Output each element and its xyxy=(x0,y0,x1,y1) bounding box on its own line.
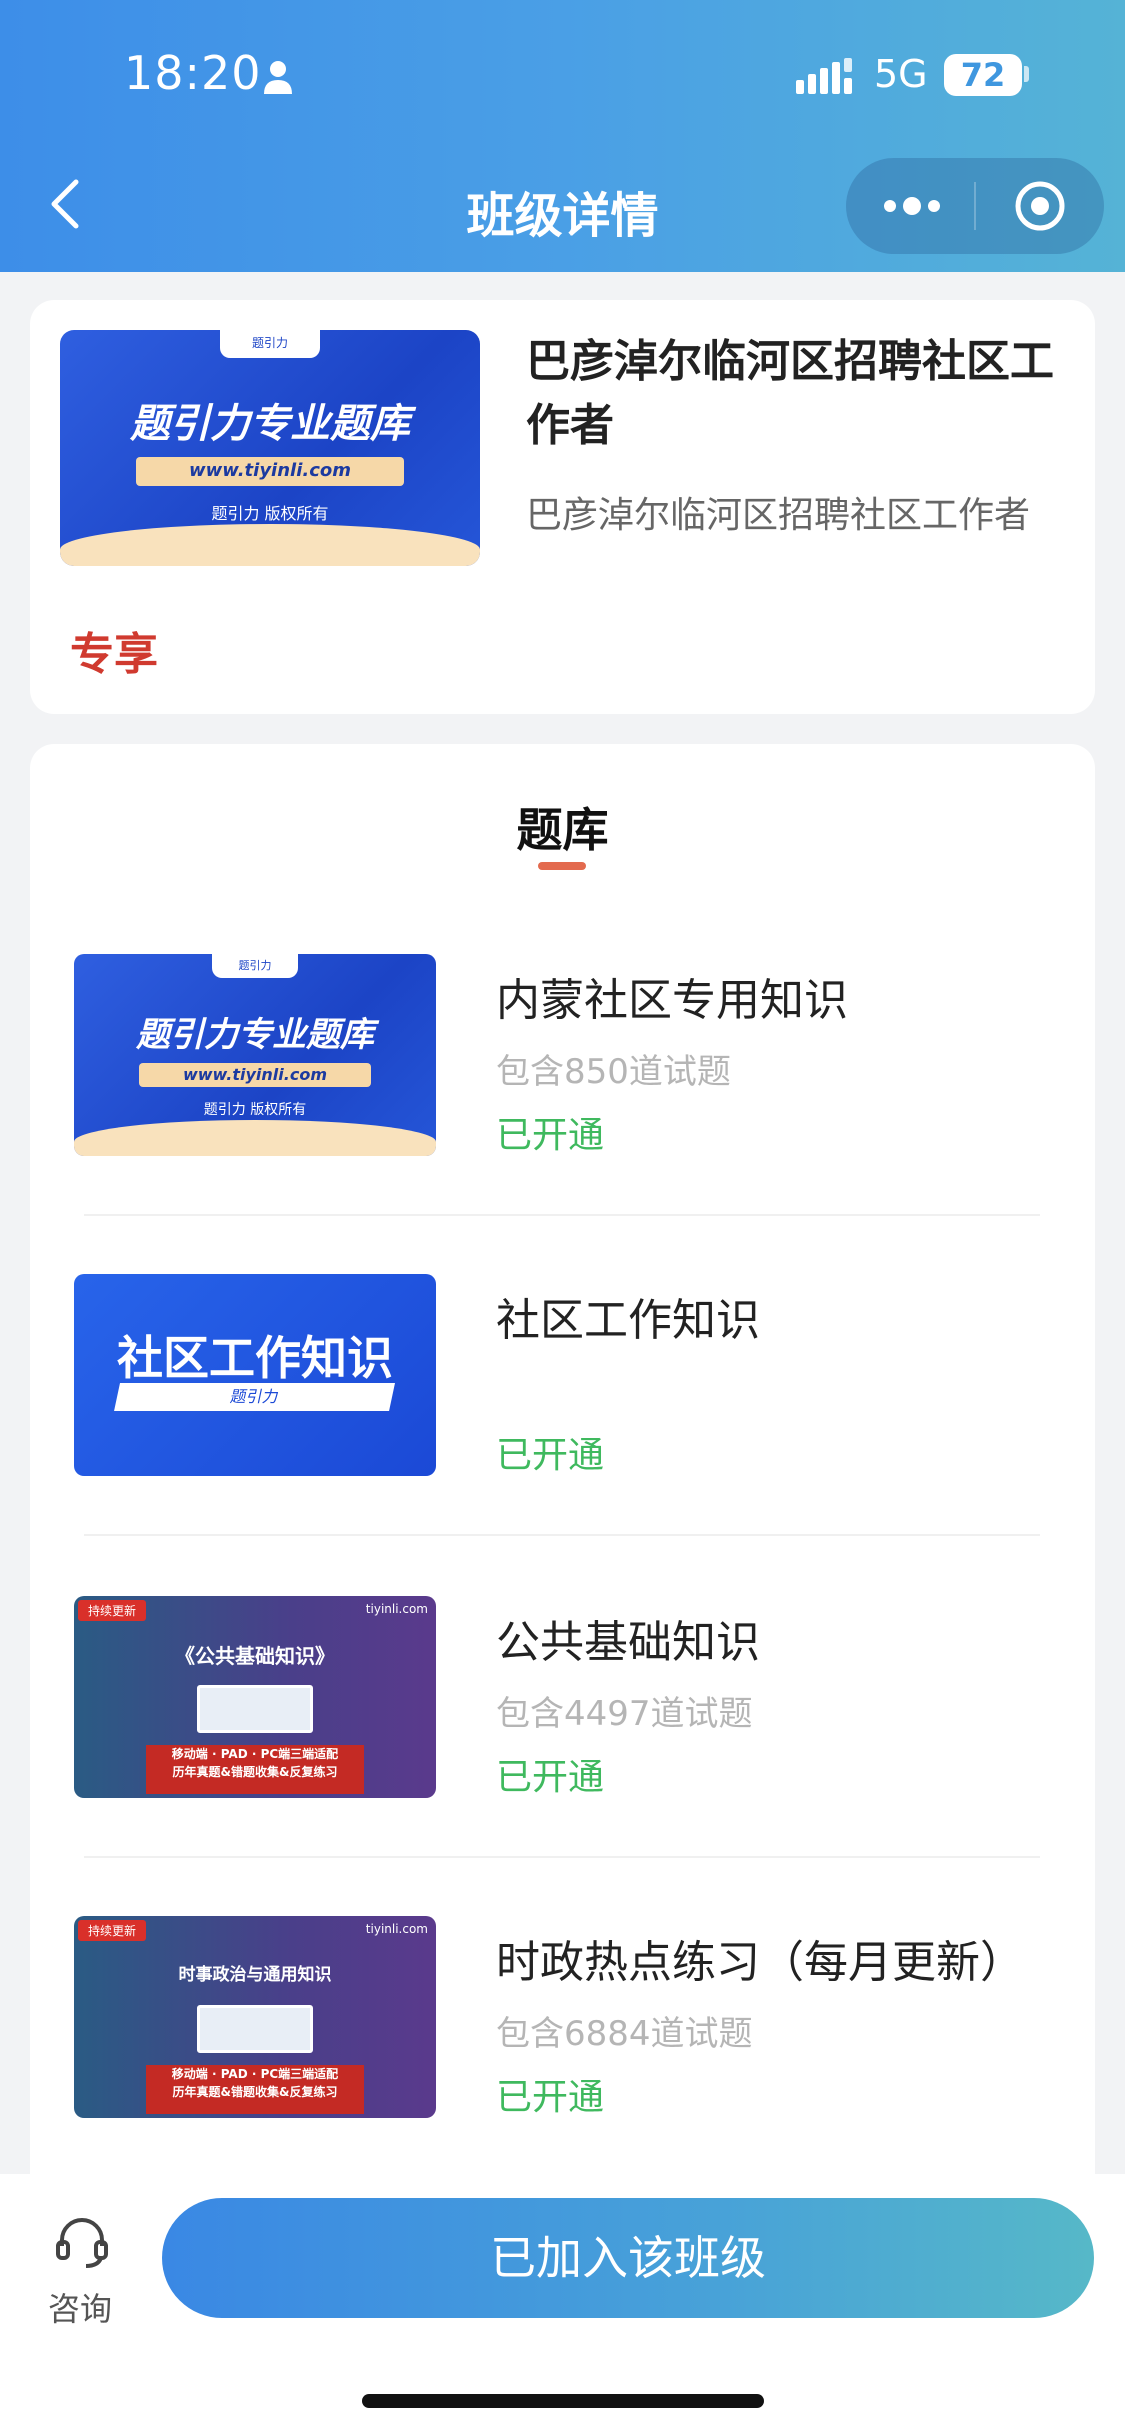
consult-label[interactable]: 咨询 xyxy=(48,2284,112,2330)
heading-underline xyxy=(538,862,586,870)
thumb-banner-line: 移动端 · PAD · PC端三端适配 xyxy=(171,1747,339,1762)
bank-item-name: 内蒙社区专用知识 xyxy=(496,975,848,1026)
close-target-icon[interactable] xyxy=(1014,180,1066,232)
more-icon[interactable] xyxy=(882,194,942,218)
thumb-wave xyxy=(74,1119,436,1156)
status-time: 18:20 xyxy=(124,46,262,100)
thumb-brand: tiyinli.com xyxy=(365,1602,428,1616)
device-screen-icon xyxy=(197,2004,313,2054)
divider xyxy=(84,1214,1040,1216)
bank-item-status: 已开通 xyxy=(496,1435,605,1476)
thumb-headline: 题引力专业题库 xyxy=(136,1014,374,1055)
bank-item-cover: 持续更新 tiyinli.com 时事政治与通用知识 移动端 · PAD · P… xyxy=(74,1916,436,2118)
thumb-banner: 移动端 · PAD · PC端三端适配 历年真题&错题收集&反复练习 xyxy=(146,2065,364,2114)
bank-item-count: 包含4497道试题 xyxy=(496,1694,753,1734)
header: 18:20 5G 72 班级详情 xyxy=(0,0,1125,272)
mini-program-capsule xyxy=(846,158,1104,254)
thumb-url: www.tiyinli.com xyxy=(139,1063,371,1088)
joined-class-button[interactable]: 已加入该班级 xyxy=(162,2198,1094,2318)
class-info-card: 题引力 题引力专业题库 www.tiyinli.com 题引力 版权所有 巴彦淖… xyxy=(30,300,1095,714)
thumb-tag: 持续更新 xyxy=(78,1920,147,1941)
capsule-divider xyxy=(974,182,976,230)
bank-item-status: 已开通 xyxy=(496,2077,605,2118)
bank-item[interactable]: 持续更新 tiyinli.com 时事政治与通用知识 移动端 · PAD · P… xyxy=(74,1916,1054,2176)
bank-item-cover: 题引力 题引力专业题库 www.tiyinli.com 题引力 版权所有 xyxy=(74,954,436,1156)
thumb-url: www.tiyinli.com xyxy=(135,457,405,486)
bank-item-name: 社区工作知识 xyxy=(496,1295,760,1346)
thumb-heading: 《公共基础知识》 xyxy=(175,1644,335,1669)
thumb-banner-line: 移动端 · PAD · PC端三端适配 xyxy=(171,2067,339,2082)
bank-item-status: 已开通 xyxy=(496,1115,605,1156)
bank-item[interactable]: 持续更新 tiyinli.com 《公共基础知识》 移动端 · PAD · PC… xyxy=(74,1596,1054,1856)
bank-item-name: 时政热点练习（每月更新） xyxy=(496,1937,1024,1988)
thumb-tab-label: 题引力 xyxy=(219,330,321,359)
thumb-tab-label: 题引力 xyxy=(211,954,299,979)
class-cover-image: 题引力 题引力专业题库 www.tiyinli.com 题引力 版权所有 xyxy=(60,330,480,566)
person-icon xyxy=(264,61,292,94)
thumb-copyright: 题引力 版权所有 xyxy=(211,503,329,523)
thumb-banner: 移动端 · PAD · PC端三端适配 历年真题&错题收集&反复练习 xyxy=(146,1745,364,1794)
class-subtitle: 巴彦淖尔临河区招聘社区工作者 xyxy=(526,495,1031,536)
network-type: 5G xyxy=(874,52,928,96)
exclusive-badge: 专享 xyxy=(70,629,158,680)
battery-indicator: 72 xyxy=(944,54,1022,96)
battery-cap xyxy=(1024,66,1029,82)
signal-icon xyxy=(796,58,852,94)
thumb-headline: 题引力专业题库 xyxy=(130,401,410,448)
thumb-heading: 时事政治与通用知识 xyxy=(178,1965,332,1986)
thumb-tag: 持续更新 xyxy=(78,1600,147,1621)
thumb-headline: 社区工作知识 xyxy=(117,1331,393,1386)
bank-item-status: 已开通 xyxy=(496,1757,605,1798)
bank-item-cover: 社区工作知识 题引力 xyxy=(74,1274,436,1476)
bank-item[interactable]: 社区工作知识 题引力 社区工作知识 已开通 xyxy=(74,1274,1054,1534)
bank-item-name: 公共基础知识 xyxy=(496,1617,760,1668)
bank-item[interactable]: 题引力 题引力专业题库 www.tiyinli.com 题引力 版权所有 内蒙社… xyxy=(74,954,1054,1214)
device-screen-icon xyxy=(197,1684,313,1734)
bank-item-cover: 持续更新 tiyinli.com 《公共基础知识》 移动端 · PAD · PC… xyxy=(74,1596,436,1798)
question-bank-heading: 题库 xyxy=(516,803,609,857)
thumb-banner-line: 历年真题&错题收集&反复练习 xyxy=(172,2085,338,2100)
class-title: 巴彦淖尔临河区招聘社区工作者 xyxy=(526,336,1054,451)
thumb-banner-line: 历年真题&错题收集&反复练习 xyxy=(172,1765,338,1780)
thumb-copyright: 题引力 版权所有 xyxy=(203,1102,307,1119)
bottom-action-bar: 咨询 已加入该班级 xyxy=(0,2174,1125,2436)
home-indicator[interactable] xyxy=(362,2394,764,2408)
headset-icon[interactable] xyxy=(54,2214,110,2270)
divider xyxy=(84,1856,1040,1858)
thumb-bar: 题引力 xyxy=(114,1383,396,1412)
bank-item-count: 包含850道试题 xyxy=(496,1052,731,1092)
bank-item-count: 包含6884道试题 xyxy=(496,2014,753,2054)
question-bank-section: 题库 题引力 题引力专业题库 www.tiyinli.com 题引力 版权所有 … xyxy=(30,744,1095,2204)
divider xyxy=(84,1534,1040,1536)
thumb-brand: tiyinli.com xyxy=(365,1922,428,1936)
thumb-wave xyxy=(60,523,480,566)
